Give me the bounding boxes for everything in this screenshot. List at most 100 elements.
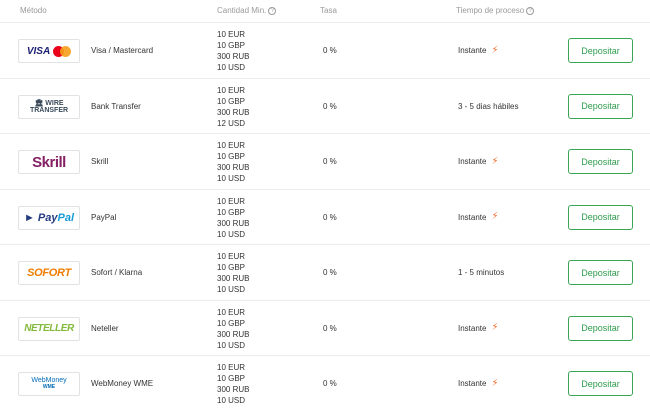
processing-time: Instante ⚡︎ — [458, 134, 499, 189]
deposit-button[interactable]: Depositar — [568, 260, 633, 285]
table-row: SOFORT Sofort / Klarna 10 EUR 10 GBP 300 RUB… — [0, 244, 650, 299]
lightning-icon: ⚡︎ — [491, 155, 499, 167]
min-amount-value: 10 USD — [217, 340, 246, 350]
min-amount-value: 10 GBP — [217, 41, 246, 50]
min-amount-value: 300 RUB — [217, 218, 250, 228]
help-icon[interactable]: ? — [268, 6, 277, 15]
processing-time-value: Instante — [458, 212, 487, 222]
method-name: WebMoney WME — [91, 379, 154, 388]
method-name: Sofort / Klarna — [91, 268, 143, 277]
deposit-button[interactable]: Depositar — [568, 149, 633, 174]
method-name: PayPal — [91, 212, 117, 222]
min-amount-value: 300 RUB — [217, 385, 250, 394]
min-amounts: 10 EUR 10 GBP 300 RUB 10 USD — [217, 251, 249, 295]
min-amount-value: 10 GBP — [217, 207, 246, 217]
header-min-amount: Cantidad Min. ? — [217, 6, 277, 15]
payment-logo: WebMoney WME — [18, 372, 80, 396]
processing-time-value: Instante — [458, 157, 487, 166]
min-amount-value: 10 EUR — [217, 307, 246, 317]
bank-icon: 🏛 — [34, 99, 44, 107]
deposit-button[interactable]: Depositar — [568, 315, 633, 341]
min-amount-value: 10 GBP — [217, 374, 246, 383]
visa-logo: VISA — [26, 45, 51, 57]
wire-transfer-logo: 🏛 WIRE TRANSFER — [29, 99, 69, 114]
min-amounts: 10 EUR 10 GBP 300 RUB 10 USD — [217, 140, 249, 184]
deposit-button[interactable]: Depositar — [568, 204, 633, 230]
skrill-logo: Skrill — [32, 153, 66, 171]
processing-time: Instante ⚡︎ — [458, 190, 499, 245]
min-amount-value: 10 EUR — [217, 252, 246, 261]
method-name: Visa / Mastercard — [91, 46, 154, 55]
help-icon[interactable]: ? — [526, 6, 535, 15]
min-amount-value: 10 EUR — [217, 141, 246, 150]
table-row: ► PayPal PayPal 10 EUR 10 GBP 300 RUB 10 USD 0… — [0, 188, 650, 245]
min-amount-value: 300 RUB — [217, 52, 250, 61]
header-method: Método — [20, 6, 47, 15]
processing-time: 1 - 5 minutos — [458, 245, 504, 300]
min-amount-value: 10 GBP — [217, 263, 246, 272]
processing-time-value: Instante — [458, 379, 487, 388]
table-row: NETELLER Neteller 10 EUR 10 GBP 300 RUB 10 US… — [0, 299, 650, 356]
min-amount-value: 10 USD — [217, 285, 246, 294]
min-amount-value: 12 USD — [217, 118, 246, 128]
lightning-icon: ⚡︎ — [491, 377, 499, 389]
paypal-p-icon: ► — [23, 211, 35, 224]
method-name: Bank Transfer — [91, 101, 141, 111]
processing-time: Instante ⚡︎ — [458, 356, 499, 410]
min-amount-value: 300 RUB — [217, 329, 250, 339]
table-row: VISA Visa / Mastercard 10 EUR 10 GBP 300 RUB… — [0, 22, 650, 77]
processing-time-value: Instante — [458, 46, 487, 55]
paypal-logo: ► PayPal — [23, 211, 75, 224]
fee-value: 0 % — [323, 101, 337, 111]
deposit-button[interactable]: Depositar — [568, 38, 633, 63]
table-row: 🏛 WIRE TRANSFER Bank Transfer 10 EUR 10 GBP 3… — [0, 77, 650, 134]
processing-time: Instante ⚡︎ — [458, 23, 499, 78]
processing-time-value: 1 - 5 minutos — [458, 268, 505, 277]
table-row: Skrill Skrill 10 EUR 10 GBP 300 RUB 10 USD 0 %… — [0, 133, 650, 188]
min-amount-value: 10 EUR — [217, 363, 246, 372]
min-amount-value: 10 GBP — [217, 152, 246, 161]
fee-value: 0 % — [323, 268, 337, 277]
min-amount-value: 10 USD — [217, 174, 246, 183]
fee-value: 0 % — [323, 157, 337, 166]
method-name: Neteller — [91, 323, 119, 333]
table-header: Método Cantidad Min. ? Tasa Tiempo de pr… — [0, 0, 650, 22]
min-amount-value: 10 USD — [217, 396, 246, 405]
min-amounts: 10 EUR 10 GBP 300 RUB 10 USD — [217, 307, 249, 351]
min-amount-value: 300 RUB — [217, 163, 250, 172]
mastercard-icon — [53, 45, 72, 57]
min-amount-value: 10 GBP — [217, 318, 246, 328]
sofort-logo: SOFORT — [27, 267, 71, 279]
payment-logo: 🏛 WIRE TRANSFER — [18, 94, 80, 119]
min-amounts: 10 EUR 10 GBP 300 RUB 10 USD — [217, 29, 249, 73]
min-amount-value: 10 EUR — [217, 196, 246, 206]
processing-time-value: 3 - 5 dias hábiles — [458, 101, 519, 111]
payment-logo: SOFORT — [18, 261, 80, 285]
payment-logo: ► PayPal — [18, 205, 80, 230]
min-amount-value: 10 EUR — [217, 85, 246, 95]
lightning-icon: ⚡︎ — [491, 211, 499, 222]
deposit-button[interactable]: Depositar — [568, 371, 633, 396]
lightning-icon: ⚡︎ — [491, 322, 499, 333]
fee-value: 0 % — [323, 212, 337, 222]
deposit-button[interactable]: Depositar — [568, 93, 633, 119]
min-amount-value: 300 RUB — [217, 274, 250, 283]
min-amounts: 10 EUR 10 GBP 300 RUB 10 USD — [217, 196, 249, 240]
method-name: Skrill — [91, 157, 109, 166]
min-amount-value: 10 USD — [217, 229, 246, 239]
table-row: WebMoney WME WebMoney WME 10 EUR 10 GBP 300 R… — [0, 355, 650, 410]
min-amount-value: 10 USD — [217, 63, 246, 72]
processing-time: 3 - 5 dias hábiles — [458, 79, 518, 134]
lightning-icon: ⚡︎ — [491, 44, 499, 56]
webmoney-logo: WebMoney WME — [31, 377, 67, 390]
payment-logo: Skrill — [18, 150, 80, 174]
fee-value: 0 % — [323, 46, 337, 55]
fee-value: 0 % — [323, 379, 337, 388]
fee-value: 0 % — [323, 323, 337, 333]
processing-time-value: Instante — [458, 323, 487, 333]
payment-logo: VISA — [18, 39, 80, 63]
processing-time: Instante ⚡︎ — [458, 301, 499, 356]
header-fee: Tasa — [320, 6, 337, 15]
min-amounts: 10 EUR 10 GBP 300 RUB 10 USD — [217, 362, 249, 406]
header-processing-time: Tiempo de proceso ? — [456, 6, 535, 15]
